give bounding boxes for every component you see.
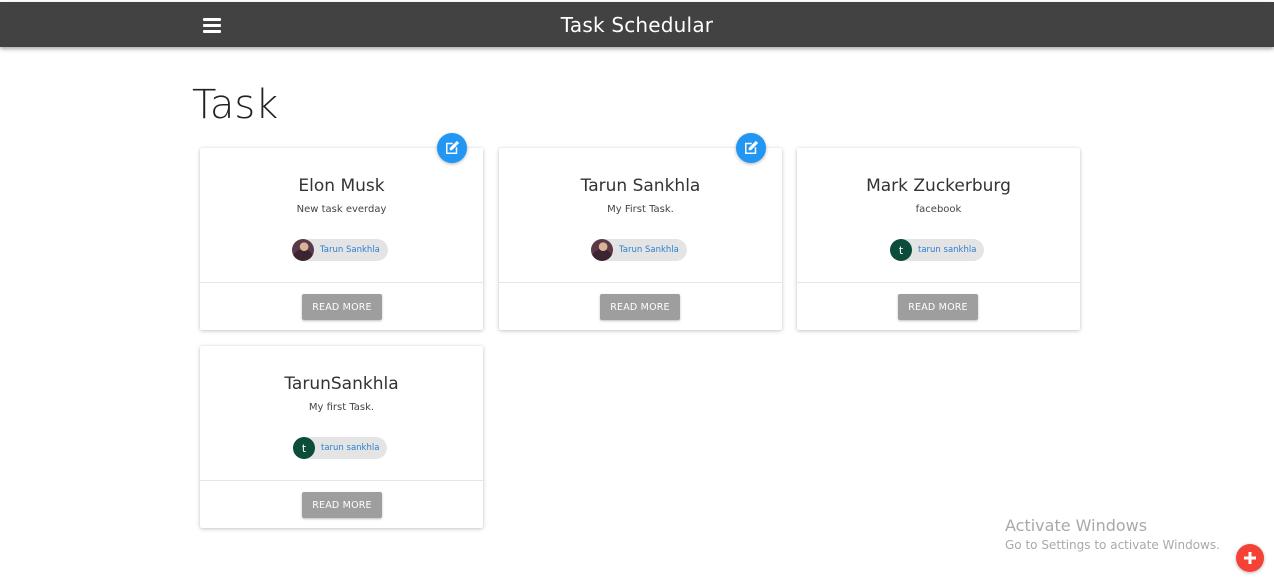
avatar: t	[293, 437, 315, 459]
edit-icon	[446, 140, 460, 154]
task-name: Tarun Sankhla	[580, 176, 701, 196]
read-more-button[interactable]: READ MORE	[302, 294, 382, 320]
read-more-button[interactable]: READ MORE	[600, 294, 680, 320]
edit-icon	[745, 140, 759, 154]
task-card: Elon Musk New task everday Tarun Sankhla…	[200, 148, 483, 330]
page-title: Task	[192, 82, 279, 128]
assignee-name: tarun sankhla	[321, 443, 380, 453]
plus-icon	[1244, 552, 1256, 564]
card-divider	[499, 282, 782, 283]
watermark-subtitle: Go to Settings to activate Windows.	[1005, 538, 1220, 552]
app-title: Task Schedular	[560, 13, 714, 37]
avatar	[591, 239, 613, 261]
task-description: New task everday	[296, 204, 387, 215]
read-more-button[interactable]: READ MORE	[898, 294, 978, 320]
read-more-button[interactable]: READ MORE	[302, 492, 382, 518]
card-divider	[200, 480, 483, 481]
assignee-chip[interactable]: t tarun sankhla	[890, 239, 985, 261]
task-card: TarunSankhla My first Task. t tarun sank…	[200, 346, 483, 528]
assignee-name: tarun sankhla	[918, 245, 977, 255]
edit-button[interactable]	[736, 133, 766, 163]
assignee-chip[interactable]: Tarun Sankhla	[591, 239, 687, 261]
task-name: Mark Zuckerburg	[866, 176, 1011, 196]
card-divider	[200, 282, 483, 283]
assignee-chip[interactable]: t tarun sankhla	[293, 437, 388, 459]
task-name: TarunSankhla	[284, 374, 399, 394]
watermark-title: Activate Windows	[1005, 516, 1148, 535]
task-card: Tarun Sankhla My First Task. Tarun Sankh…	[499, 148, 782, 330]
avatar: t	[890, 239, 912, 261]
activate-windows-watermark: Activate Windows Go to Settings to activ…	[1005, 516, 1220, 552]
task-description: My First Task.	[607, 204, 674, 215]
task-name: Elon Musk	[298, 176, 385, 196]
assignee-name: Tarun Sankhla	[320, 245, 380, 255]
avatar	[292, 239, 314, 261]
assignee-name: Tarun Sankhla	[619, 245, 679, 255]
top-app-bar: Task Schedular	[0, 2, 1274, 47]
task-description: My first Task.	[308, 402, 375, 413]
task-description: facebook	[915, 204, 962, 215]
card-divider	[797, 282, 1080, 283]
task-card: Mark Zuckerburg facebook t tarun sankhla…	[797, 148, 1080, 330]
assignee-chip[interactable]: Tarun Sankhla	[292, 239, 388, 261]
add-task-button[interactable]	[1236, 544, 1264, 572]
edit-button[interactable]	[437, 133, 467, 163]
